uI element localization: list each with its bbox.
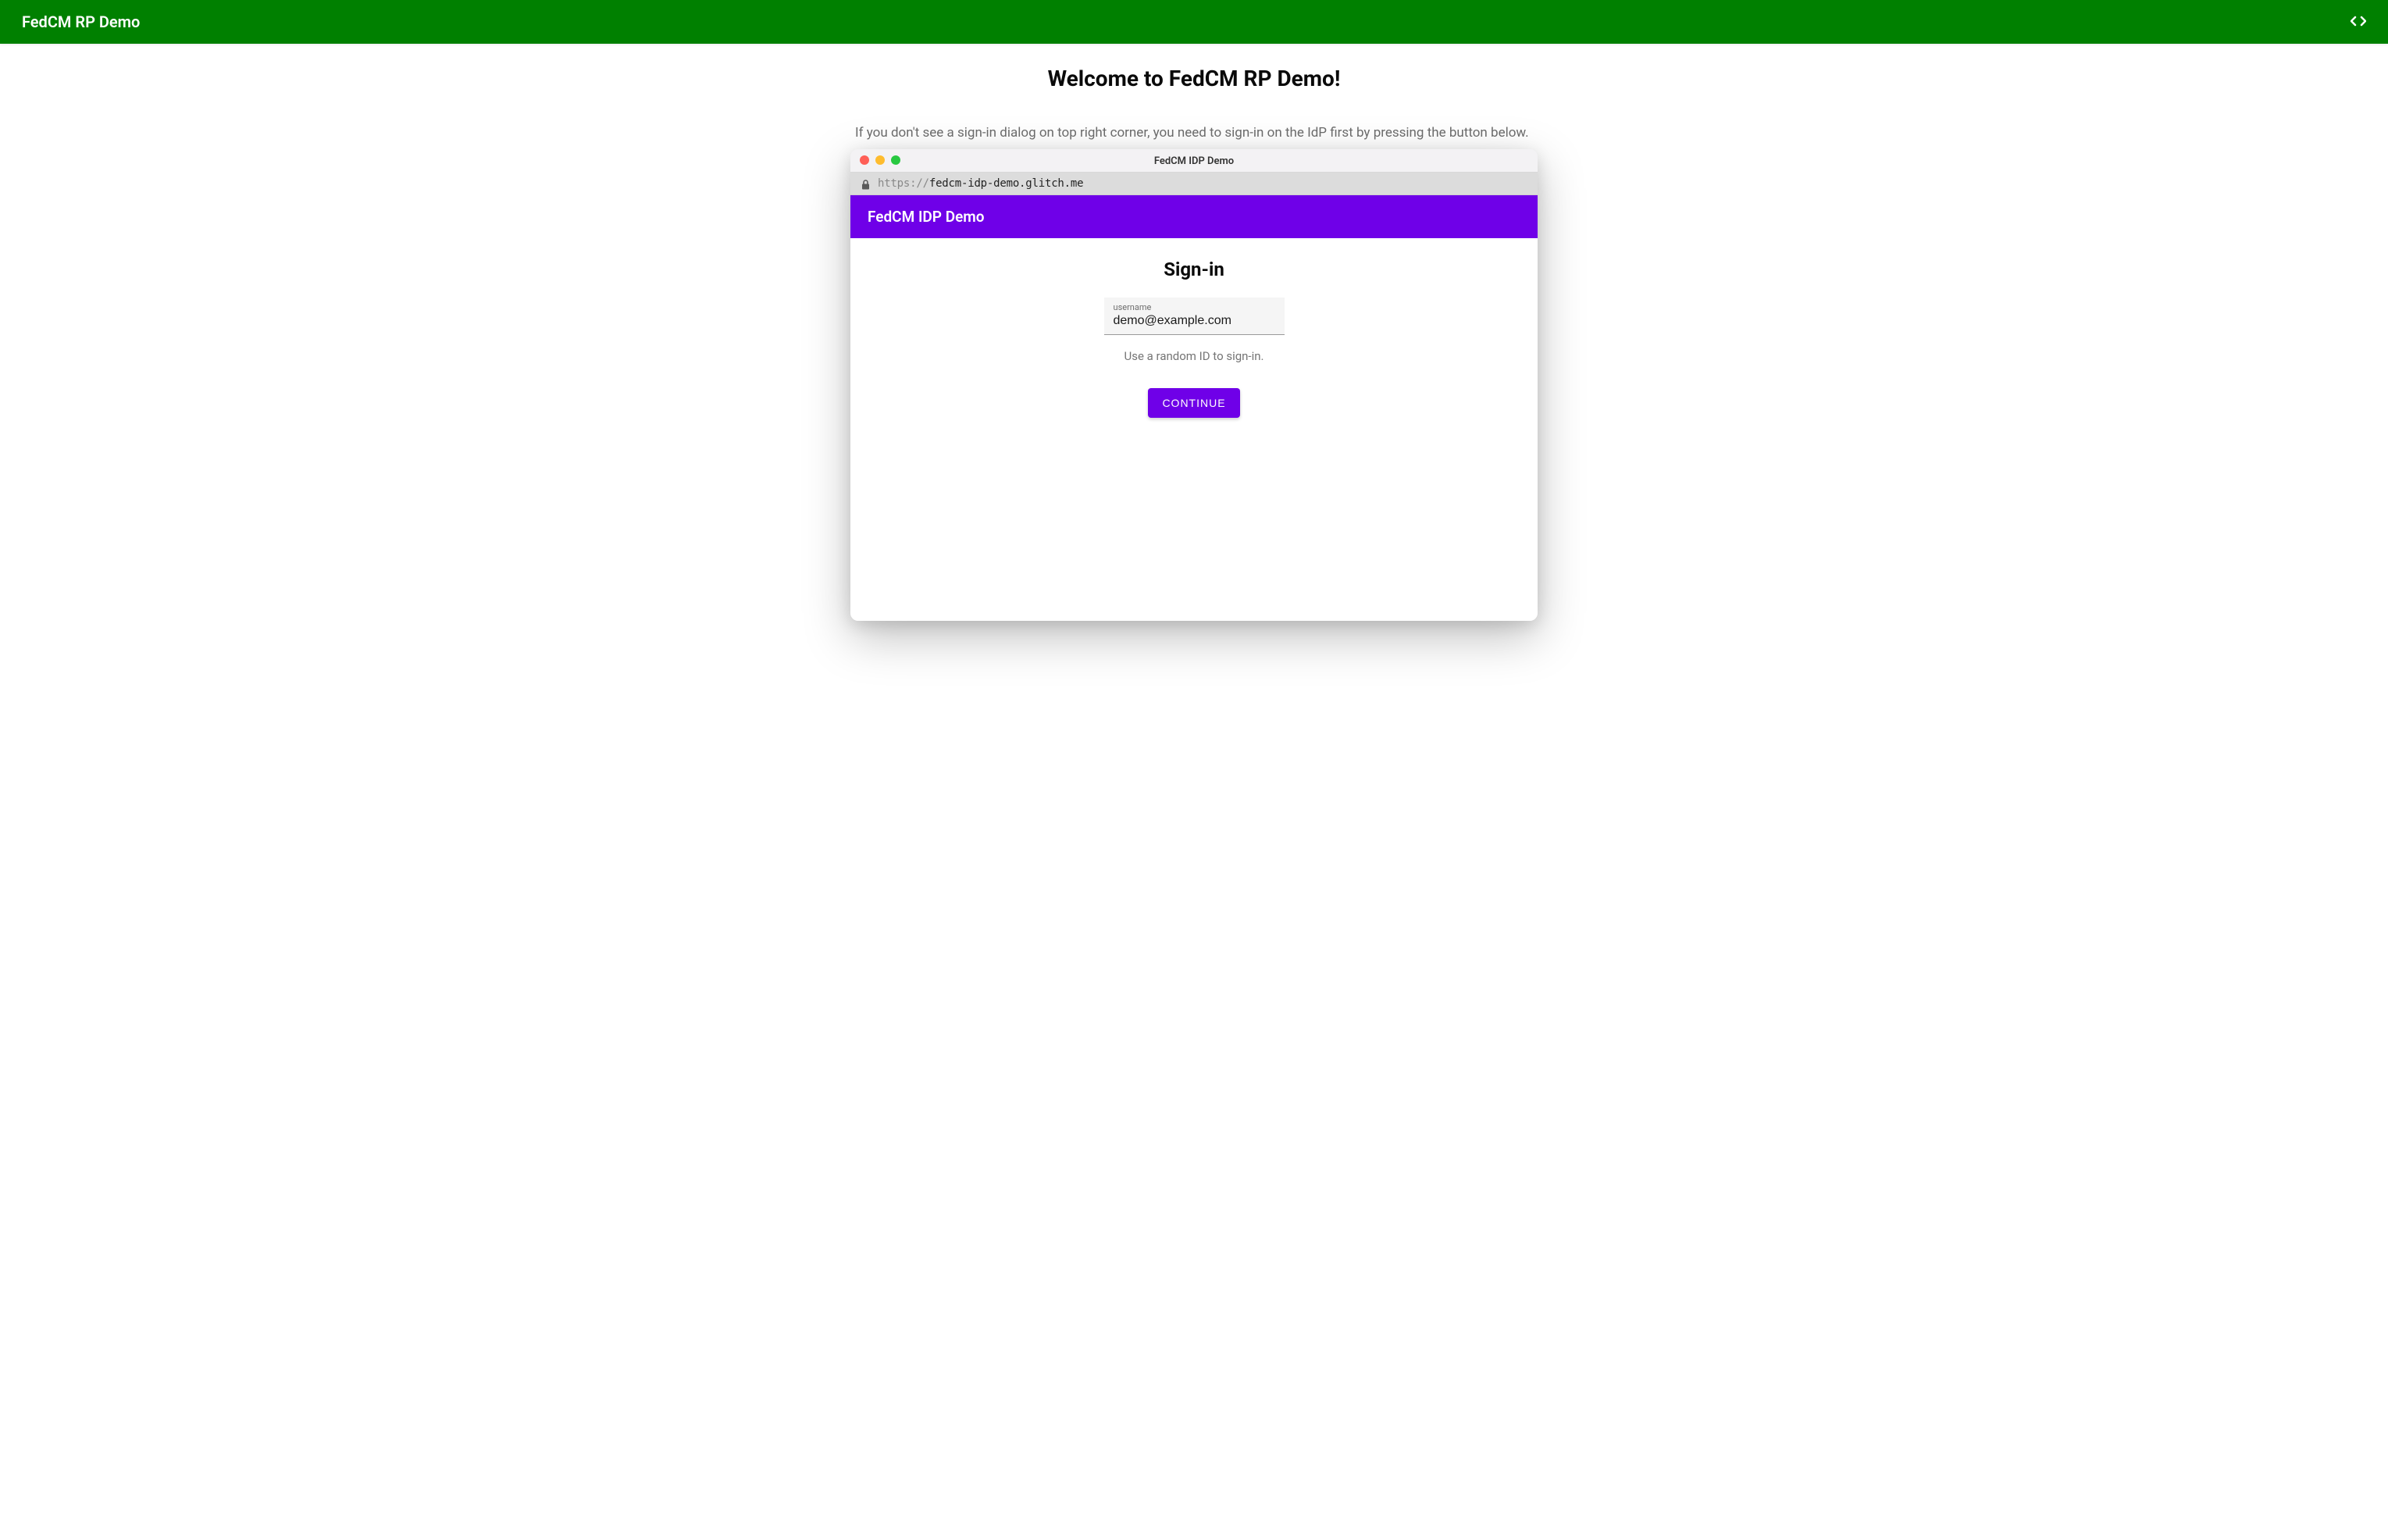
url-text: https://fedcm-idp-demo.glitch.me: [878, 177, 1083, 190]
app-title: FedCM RP Demo: [22, 12, 140, 31]
window-titlebar: FedCM IDP Demo: [850, 149, 1538, 173]
idp-app-title: FedCM IDP Demo: [868, 208, 985, 226]
idp-content: Sign-in username Use a random ID to sign…: [850, 238, 1538, 621]
idp-app-header: FedCM IDP Demo: [850, 195, 1538, 238]
window-controls: [860, 155, 900, 165]
instruction-text: If you don't see a sign-in dialog on top…: [850, 124, 1538, 143]
url-host: fedcm-idp-demo.glitch.me: [929, 177, 1084, 190]
username-label: username: [1114, 302, 1275, 312]
url-scheme: https://: [878, 177, 929, 190]
lock-icon: [861, 178, 870, 188]
maximize-window-icon[interactable]: [891, 155, 900, 165]
app-header: FedCM RP Demo: [0, 0, 2388, 44]
page-title: Welcome to FedCM RP Demo!: [850, 66, 1538, 91]
close-window-icon[interactable]: [860, 155, 869, 165]
signin-heading: Sign-in: [866, 258, 1522, 280]
code-brackets-icon[interactable]: [2351, 14, 2366, 30]
username-field-wrapper[interactable]: username: [1104, 298, 1285, 335]
main-content: Welcome to FedCM RP Demo! If you don't s…: [835, 44, 1553, 643]
address-bar[interactable]: https://fedcm-idp-demo.glitch.me: [850, 173, 1538, 195]
minimize-window-icon[interactable]: [875, 155, 885, 165]
username-input[interactable]: [1114, 313, 1275, 328]
window-title: FedCM IDP Demo: [860, 154, 1528, 169]
continue-button[interactable]: CONTINUE: [1148, 388, 1239, 418]
browser-popup-window: FedCM IDP Demo https://fedcm-idp-demo.gl…: [850, 149, 1538, 621]
signin-hint: Use a random ID to sign-in.: [866, 349, 1522, 363]
